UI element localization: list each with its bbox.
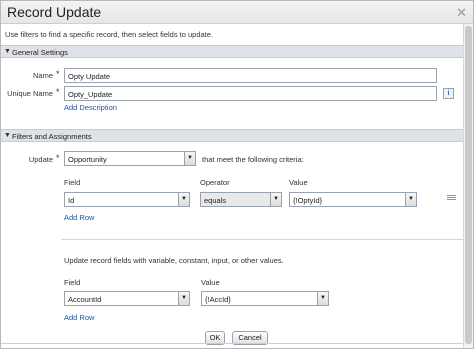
assign-field-column-header: Field [64,278,81,287]
record-update-dialog: Record Update ✕ Use filters to find a sp… [0,0,474,349]
chevron-down-icon[interactable]: ▼ [270,193,281,206]
scrollbar-thumb[interactable] [465,26,472,344]
filter-value-text: {!OptyId} [293,196,323,205]
footer-divider [1,343,463,344]
required-marker: * [56,153,60,163]
assign-value-column-header: Value [201,278,220,287]
chevron-down-icon[interactable]: ▼ [184,152,195,165]
unique-name-input[interactable]: Opty_Update [64,86,437,101]
unique-name-label: Unique Name [7,89,53,98]
chevron-down-icon[interactable]: ▼ [405,193,416,206]
required-marker: * [56,69,60,79]
intro-text: Use filters to find a specific record, t… [5,30,214,39]
add-description-link[interactable]: Add Description [64,103,117,112]
assign-value-combo[interactable]: {!AccId} ▼ [201,291,329,306]
update-label: Update [28,155,53,164]
update-object-value: Opportunity [68,155,107,164]
operator-column-header: Operator [200,178,230,187]
required-marker: * [56,87,60,97]
vertical-scrollbar[interactable] [463,24,473,348]
chevron-down-icon[interactable]: ▼ [178,292,189,305]
info-icon[interactable]: i [443,88,454,99]
value-column-header: Value [289,178,308,187]
general-settings-label: General Settings [12,48,68,57]
filter-value-combo[interactable]: {!OptyId} ▼ [289,192,417,207]
name-label: Name [32,71,53,80]
chevron-down-icon[interactable]: ▼ [317,292,328,305]
field-column-header: Field [64,178,81,187]
assignment-description: Update record fields with variable, cons… [64,256,284,265]
assign-field-select[interactable]: AccountId ▼ [64,291,190,306]
add-assignment-row-link[interactable]: Add Row [64,313,94,322]
triangle-down-icon: ▼ [4,48,11,55]
filters-assignments-header[interactable]: ▼ Filters and Assignments [1,129,463,142]
assign-value-text: {!AccId} [205,295,231,304]
delete-row-icon[interactable] [447,195,456,204]
criteria-text: that meet the following criteria: [202,155,304,164]
filter-operator-select[interactable]: equals ▼ [200,192,282,207]
dialog-title: Record Update [7,4,102,20]
update-object-select[interactable]: Opportunity ▼ [64,151,196,166]
add-filter-row-link[interactable]: Add Row [64,213,94,222]
filter-operator-value: equals [204,196,227,205]
filter-field-value: Id [68,196,75,205]
chevron-down-icon[interactable]: ▼ [178,193,189,206]
triangle-down-icon: ▼ [4,132,11,139]
divider [61,239,463,240]
name-input[interactable]: Opty Update [64,68,437,83]
general-settings-header[interactable]: ▼ General Settings [1,45,463,58]
assign-field-value: AccountId [68,295,102,304]
title-bar[interactable]: Record Update ✕ [1,1,473,24]
filter-field-select[interactable]: Id ▼ [64,192,190,207]
close-icon[interactable]: ✕ [456,5,467,21]
filters-assignments-label: Filters and Assignments [12,132,92,141]
